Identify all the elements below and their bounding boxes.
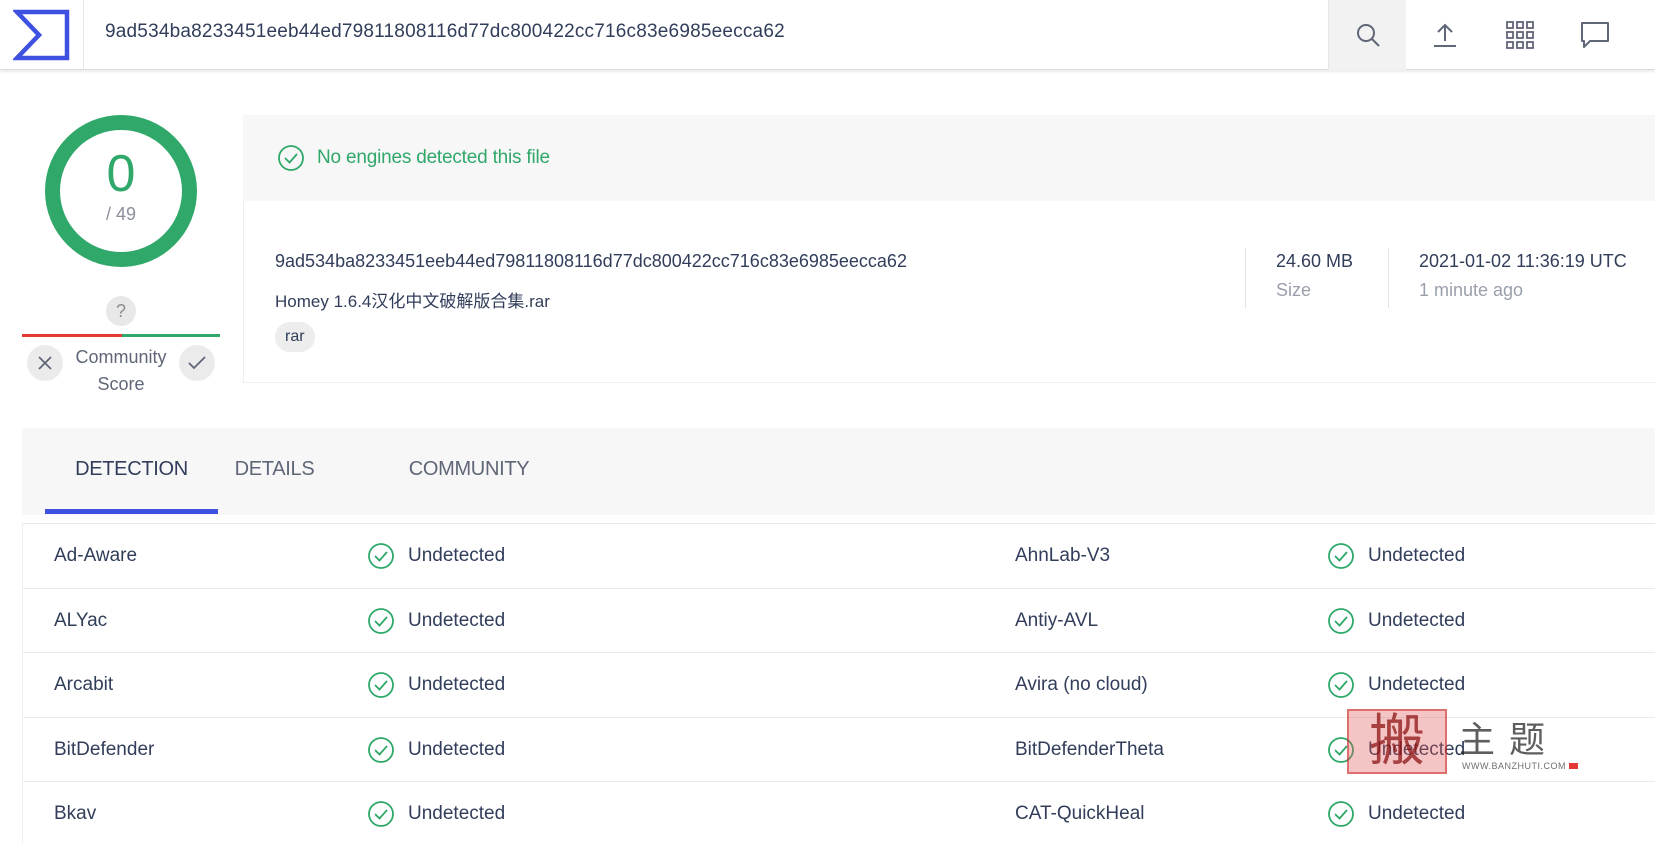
vote-harmless-off-button[interactable] <box>27 345 63 381</box>
engine-name: BitDefender <box>54 738 155 760</box>
table-row: BitDefender Undetected BitDefenderTheta Und… <box>23 718 1655 782</box>
result-label: Undetected <box>408 803 506 824</box>
engine-result: Undetected <box>1327 782 1465 844</box>
apps-button[interactable] <box>1481 0 1559 70</box>
check-circle-icon <box>367 736 395 764</box>
chat-button[interactable] <box>1556 0 1634 70</box>
check-circle-icon <box>367 607 395 635</box>
file-size-value: 24.60 MB <box>1276 251 1354 271</box>
engine-result: Undetected <box>1327 524 1465 588</box>
result-label: Undetected <box>408 674 506 695</box>
report-tabs: DETECTION DETAILS COMMUNITY <box>22 428 1655 515</box>
grid-icon <box>1506 21 1534 49</box>
engine-name: Antiy-AVL <box>1015 609 1099 631</box>
check-circle-icon <box>1327 800 1355 828</box>
detection-summary-banner: No engines detected this file <box>243 115 1655 201</box>
virustotal-logo[interactable] <box>0 0 84 70</box>
top-bar: 9ad534ba8233451eeb44ed79811808116d77dc80… <box>0 0 1655 70</box>
detection-summary-text: No engines detected this file <box>317 147 550 168</box>
tab-detection[interactable]: DETECTION <box>45 428 218 515</box>
engine-result: Undetected <box>367 524 505 588</box>
file-name: Homey 1.6.4汉化中文破解版合集.rar <box>275 292 550 311</box>
table-row: ALYac Undetected Antiy-AVL Undetected <box>23 589 1655 653</box>
check-circle-icon <box>1327 736 1355 764</box>
checkmark-icon <box>188 356 206 370</box>
file-hash[interactable]: 9ad534ba8233451eeb44ed79811808116d77dc80… <box>275 251 907 272</box>
result-label: Undetected <box>408 609 506 631</box>
community-score-help-icon[interactable]: ? <box>106 296 136 326</box>
engine-name: Avira (no cloud) <box>1015 674 1148 695</box>
active-tab-indicator <box>45 509 218 514</box>
community-score-bar-positive <box>122 334 220 337</box>
tab-details[interactable]: DETAILS <box>222 428 327 515</box>
engine-result: Undetected <box>367 718 505 782</box>
check-circle-icon <box>278 145 304 171</box>
tab-community[interactable]: COMMUNITY <box>394 428 544 515</box>
analysis-date-value: 2021-01-02 11:36:19 UTC <box>1419 251 1627 271</box>
upload-icon <box>1434 23 1456 47</box>
community-score-bar-negative <box>22 334 122 337</box>
analysis-date-relative: 1 minute ago <box>1419 280 1524 300</box>
engine-name: CAT-QuickHeal <box>1015 803 1145 824</box>
table-row: Bkav Undetected CAT-QuickHeal Undetected <box>23 782 1655 844</box>
check-circle-icon <box>367 542 395 570</box>
detection-count: 0 <box>106 145 136 203</box>
engine-name: Bkav <box>54 803 97 824</box>
check-circle-icon <box>1327 607 1355 635</box>
table-row: Arcabit Undetected Avira (no cloud) Undetec… <box>23 653 1655 718</box>
check-circle-icon <box>1327 671 1355 699</box>
check-circle-icon <box>1327 542 1355 570</box>
engine-name: Ad-Aware <box>54 545 138 566</box>
detection-table: Ad-Aware Undetected AhnLab-V3 Undetected ALY… <box>22 523 1655 844</box>
engine-name: AhnLab-V3 <box>1015 545 1111 566</box>
result-label: Undetected <box>408 545 506 566</box>
engine-result: Undetected <box>1327 589 1465 653</box>
result-label: Undetected <box>1368 674 1466 695</box>
engine-result: Undetected <box>367 653 505 717</box>
search-input[interactable]: 9ad534ba8233451eeb44ed79811808116d77dc80… <box>105 0 785 70</box>
engine-name: Arcabit <box>54 674 114 695</box>
detection-score-ring: 0 / 49 <box>45 115 197 267</box>
engine-name: BitDefenderTheta <box>1015 738 1164 760</box>
chat-icon <box>1581 22 1609 48</box>
result-label: Undetected <box>1368 545 1466 566</box>
engine-result: Undetected <box>367 589 505 653</box>
engine-result: Undetected <box>367 782 505 844</box>
search-icon <box>1356 24 1380 47</box>
community-score-label: Community Score <box>75 347 167 394</box>
engine-result: Undetected <box>1327 718 1465 782</box>
file-size-label: Size <box>1276 280 1312 300</box>
upload-button[interactable] <box>1406 0 1484 70</box>
result-label: Undetected <box>408 738 506 760</box>
check-circle-icon <box>367 671 395 699</box>
search-button[interactable] <box>1328 0 1406 70</box>
engine-result: Undetected <box>1327 653 1465 717</box>
table-row: Ad-Aware Undetected AhnLab-V3 Undetected <box>23 524 1655 589</box>
file-info-panel: 9ad534ba8233451eeb44ed79811808116d77dc80… <box>243 201 1655 383</box>
engine-name: ALYac <box>54 609 108 631</box>
check-circle-icon <box>367 800 395 828</box>
close-icon <box>38 356 52 370</box>
divider <box>1388 248 1389 308</box>
file-type-tag[interactable]: rar <box>275 322 315 352</box>
divider <box>1245 248 1246 308</box>
result-label: Undetected <box>1368 609 1466 631</box>
vote-harmless-button[interactable] <box>179 345 215 381</box>
result-label: Undetected <box>1368 803 1466 824</box>
result-label: Undetected <box>1368 738 1466 760</box>
engine-total: / 49 <box>105 204 137 224</box>
